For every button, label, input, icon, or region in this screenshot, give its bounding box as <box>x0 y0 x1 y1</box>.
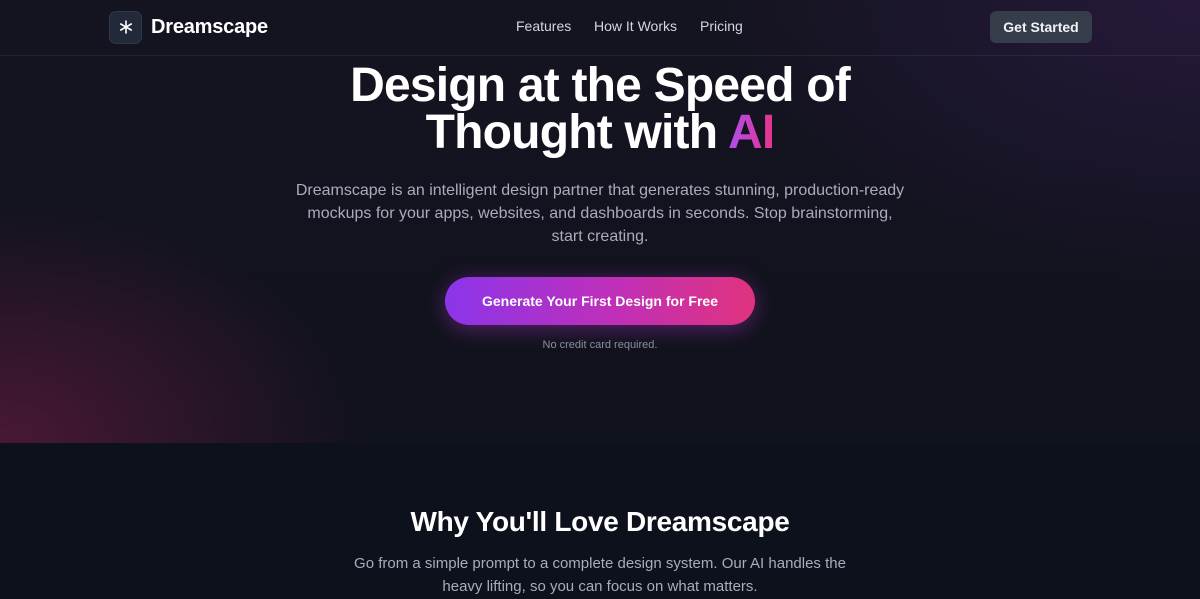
headline-line-2: Thought with <box>425 106 728 159</box>
nav-link-pricing[interactable]: Pricing <box>700 18 743 34</box>
features-title: Why You'll Love Dreamscape <box>410 506 790 537</box>
headline-line-1: Design at the Speed of <box>350 59 851 112</box>
hero-headline: Design at the Speed of Thought with AI <box>0 59 1200 159</box>
generate-design-button[interactable]: Generate Your First Design for Free <box>445 277 755 325</box>
nav-link-how-it-works[interactable]: How It Works <box>594 18 677 34</box>
features-description: Go from a simple prompt to a complete de… <box>354 555 846 595</box>
headline-accent: AI <box>727 106 775 159</box>
get-started-button[interactable]: Get Started <box>990 11 1092 43</box>
no-credit-card-note: No credit card required. <box>542 339 658 351</box>
hero-subtext: Dreamscape is an intelligent design part… <box>295 182 905 245</box>
navbar: Dreamscape Features How It Works Pricing… <box>0 0 1200 56</box>
nav-link-features[interactable]: Features <box>516 18 571 34</box>
